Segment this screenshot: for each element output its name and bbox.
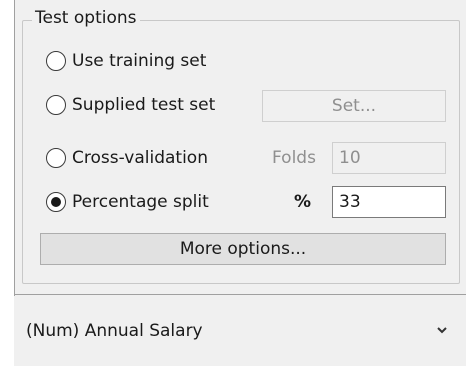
radio-button[interactable] <box>46 95 66 115</box>
percent-field[interactable]: 33 <box>332 186 446 218</box>
more-options-button[interactable]: More options... <box>40 233 446 265</box>
folds-label: Folds <box>272 148 316 168</box>
option-label: Use training set <box>72 51 207 71</box>
option-supplied-test-set[interactable]: Supplied test set <box>46 90 215 120</box>
chevron-down-icon[interactable] <box>436 324 448 336</box>
option-label: Supplied test set <box>72 95 216 115</box>
class-selector-value: (Num) Annual Salary <box>26 321 203 341</box>
test-options-title: Test options <box>32 8 140 28</box>
option-label: Percentage split <box>72 192 209 212</box>
class-selector-dropdown[interactable]: (Num) Annual Salary <box>14 296 466 366</box>
folds-field[interactable]: 10 <box>332 142 446 174</box>
option-percentage-split[interactable]: Percentage split <box>46 187 209 217</box>
radio-button[interactable] <box>46 51 66 71</box>
set-button[interactable]: Set... <box>262 90 446 122</box>
option-cross-validation[interactable]: Cross-validation <box>46 143 208 173</box>
option-use-training-set[interactable]: Use training set <box>46 46 206 76</box>
option-label: Cross-validation <box>72 148 208 168</box>
radio-button[interactable] <box>46 192 66 212</box>
percent-label: % <box>294 192 312 212</box>
radio-button[interactable] <box>46 148 66 168</box>
